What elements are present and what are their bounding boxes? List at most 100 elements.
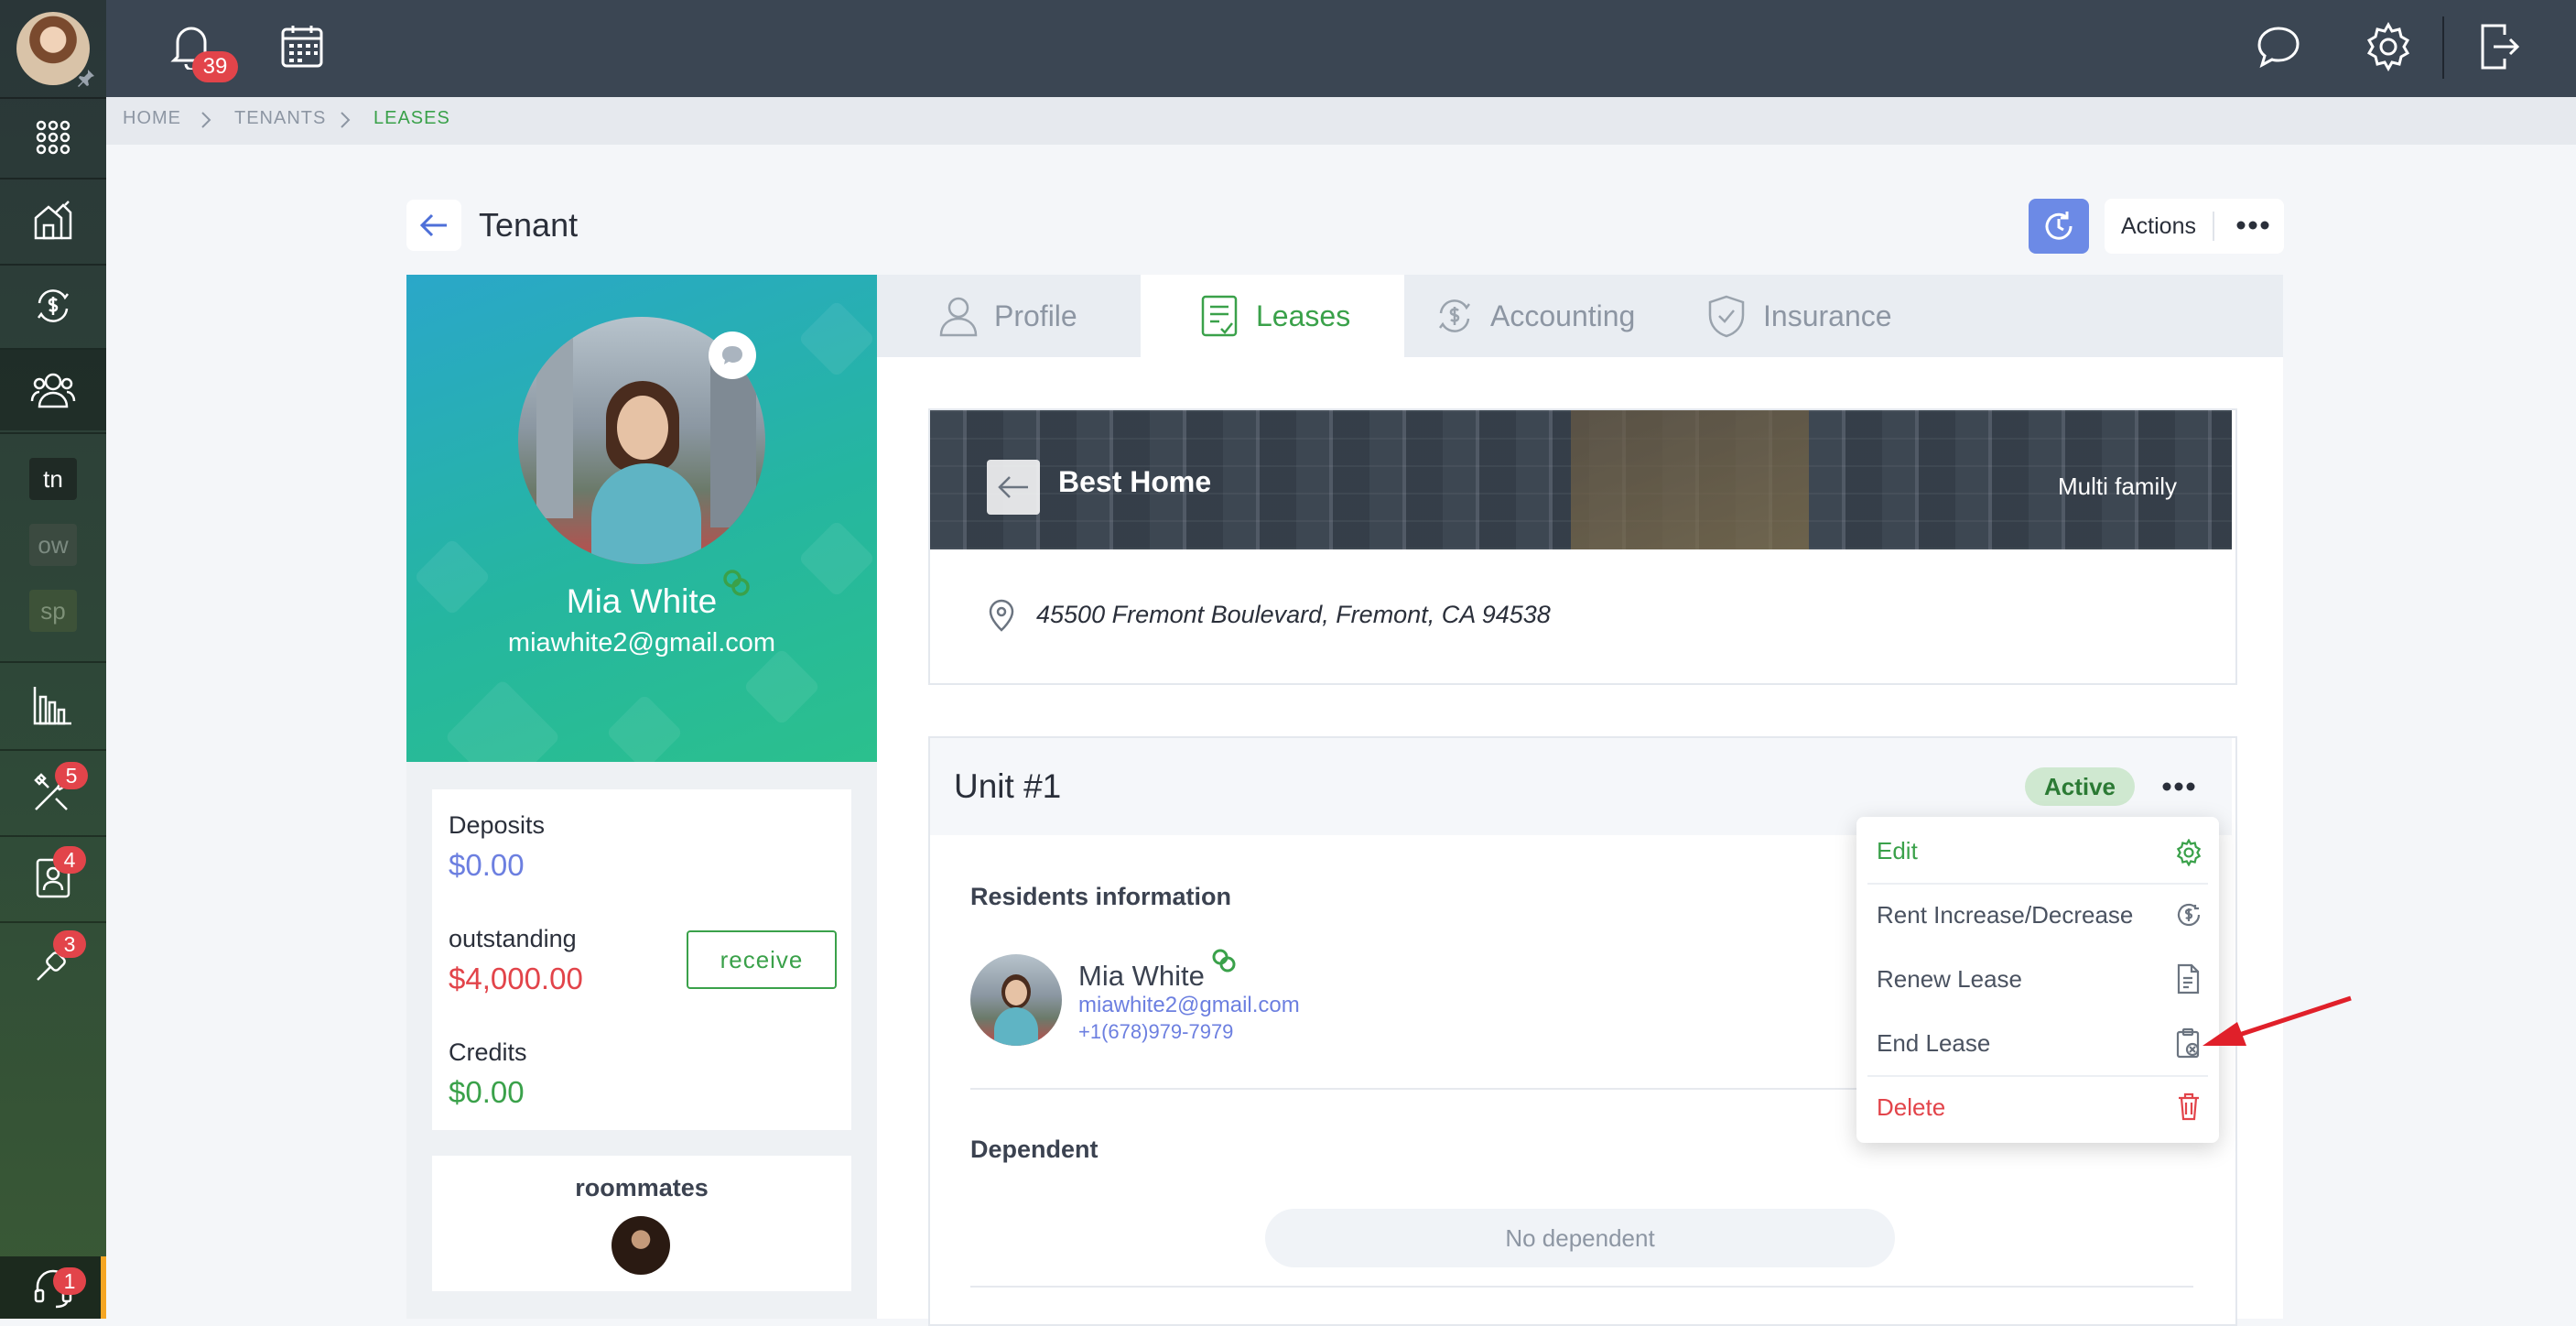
sidebar-item-properties[interactable] bbox=[0, 179, 106, 262]
shield-icon bbox=[1708, 295, 1745, 338]
menu-item-end-lease[interactable]: End Lease bbox=[1867, 1013, 2208, 1075]
menu-item-rent-increase-decrease[interactable]: Rent Increase/Decrease bbox=[1867, 885, 2208, 947]
apps-grid-icon bbox=[36, 120, 70, 155]
tools-badge: 3 bbox=[53, 930, 86, 958]
credits-label: Credits bbox=[449, 1038, 527, 1066]
deposits-value: $0.00 bbox=[449, 848, 525, 882]
money-cycle-icon bbox=[1439, 299, 1470, 332]
unit-title: Unit #1 bbox=[954, 767, 1062, 805]
refresh-icon bbox=[2045, 212, 2073, 240]
property-type: Multi family bbox=[2058, 473, 2178, 500]
tab-profile[interactable]: Profile bbox=[915, 275, 1139, 357]
outstanding-value: $4,000.00 bbox=[449, 962, 583, 995]
refresh-button[interactable] bbox=[2029, 199, 2089, 254]
no-dependent-placeholder: No dependent bbox=[1265, 1209, 1895, 1267]
resident-email[interactable]: miawhite2@gmail.com bbox=[1078, 993, 1300, 1018]
property-name[interactable]: Best Home bbox=[1058, 465, 1211, 499]
arrow-left-icon bbox=[419, 213, 447, 237]
resident-name[interactable]: Mia White bbox=[1078, 960, 1205, 993]
document-icon bbox=[2177, 963, 2200, 994]
sidebar-item-tenants[interactable] bbox=[0, 350, 106, 430]
message-tenant-button[interactable] bbox=[709, 332, 756, 379]
tenant-name: Mia White bbox=[566, 582, 718, 620]
chevron-right-icon bbox=[341, 112, 351, 128]
logout-icon bbox=[2481, 24, 2520, 70]
receive-button[interactable]: receive bbox=[687, 930, 837, 989]
money-cycle-icon bbox=[38, 289, 69, 322]
tab-insurance[interactable]: Insurance bbox=[1677, 275, 1943, 357]
deposits-label: Deposits bbox=[449, 811, 546, 839]
breadcrumb-home[interactable]: HOME bbox=[123, 108, 181, 129]
more-dots-icon[interactable] bbox=[2162, 782, 2195, 791]
link-icon bbox=[1212, 949, 1236, 973]
menu-item-delete[interactable]: Delete bbox=[1867, 1075, 2208, 1139]
tenant-email: miawhite2@gmail.com bbox=[507, 628, 776, 658]
resident-avatar[interactable] bbox=[970, 954, 1062, 1046]
maintenance-badge: 5 bbox=[55, 762, 88, 789]
pin-icon bbox=[78, 70, 94, 87]
tab-accounting[interactable]: Accounting bbox=[1406, 275, 1672, 357]
more-dots-icon[interactable] bbox=[2236, 221, 2269, 230]
user-icon bbox=[939, 297, 978, 337]
bar-chart-icon bbox=[33, 687, 71, 725]
user-avatar-item[interactable] bbox=[0, 0, 106, 97]
sidebar-item-sp[interactable]: sp bbox=[0, 586, 106, 636]
menu-item-edit[interactable]: Edit bbox=[1867, 824, 2208, 885]
gear-icon bbox=[2366, 22, 2410, 71]
sidebar-item-ow[interactable]: ow bbox=[0, 520, 106, 570]
logout-button[interactable] bbox=[2479, 22, 2521, 71]
support-badge: 1 bbox=[53, 1267, 86, 1295]
buildings-icon bbox=[34, 201, 72, 240]
chat-button[interactable] bbox=[2256, 24, 2301, 70]
arrow-left-icon bbox=[998, 476, 1028, 498]
lease-document-icon bbox=[1201, 295, 1238, 337]
divider bbox=[970, 1286, 2193, 1288]
credits-value: $0.00 bbox=[449, 1075, 525, 1109]
sidebar-item-maintenance[interactable]: 5 bbox=[0, 751, 106, 833]
sidebar-item-contacts[interactable]: 4 bbox=[0, 837, 106, 919]
apps-grid-item[interactable] bbox=[0, 99, 106, 176]
actions-label[interactable]: Actions bbox=[2121, 213, 2196, 240]
breadcrumb bbox=[106, 97, 2576, 145]
sidebar: tn ow sp 5 4 3 1 bbox=[0, 0, 106, 1319]
contacts-badge: 4 bbox=[53, 846, 86, 874]
sidebar-item-accounting[interactable] bbox=[0, 266, 106, 346]
breadcrumb-leases: LEASES bbox=[373, 108, 450, 128]
page-title: Tenant bbox=[479, 206, 579, 244]
roommate-avatar[interactable] bbox=[612, 1216, 670, 1275]
gear-icon bbox=[2176, 839, 2202, 866]
chevron-right-icon bbox=[201, 112, 211, 128]
resident-phone[interactable]: +1(678)979-7979 bbox=[1078, 1020, 1233, 1044]
status-badge: Active bbox=[2025, 767, 2135, 806]
link-icon bbox=[723, 570, 750, 596]
dollar-clock-icon bbox=[2177, 903, 2201, 927]
breadcrumb-tenants[interactable]: TENANTS bbox=[234, 108, 326, 129]
sidebar-item-tn[interactable]: tn bbox=[0, 454, 106, 504]
notifications-badge: 39 bbox=[192, 51, 238, 82]
menu-item-renew-lease[interactable]: Renew Lease bbox=[1867, 949, 2208, 1011]
tab-leases[interactable]: Leases bbox=[1141, 275, 1404, 357]
calendar-icon bbox=[281, 26, 323, 68]
property-address: 45500 Fremont Boulevard, Fremont, CA 945… bbox=[1036, 601, 1551, 628]
sidebar-item-support[interactable]: 1 bbox=[0, 1256, 106, 1319]
dependent-heading: Dependent bbox=[970, 1136, 1099, 1163]
actions-menu[interactable]: Actions bbox=[2105, 199, 2284, 254]
calendar-button[interactable] bbox=[280, 24, 324, 70]
settings-button[interactable] bbox=[2364, 22, 2413, 71]
sidebar-item-tools[interactable]: 3 bbox=[0, 923, 106, 1005]
top-bar bbox=[106, 0, 2576, 97]
sidebar-item-reports[interactable] bbox=[0, 663, 106, 747]
avatar[interactable] bbox=[16, 12, 94, 87]
back-button[interactable] bbox=[406, 200, 461, 251]
chat-icon bbox=[2257, 27, 2300, 69]
trash-icon bbox=[2179, 1092, 2199, 1121]
location-pin-icon bbox=[989, 599, 1014, 632]
notifications-button[interactable]: 39 bbox=[170, 22, 238, 82]
people-icon bbox=[30, 373, 76, 408]
residents-heading: Residents information bbox=[970, 883, 1232, 910]
annotation-arrow bbox=[2203, 995, 2352, 1046]
roommates-label: roommates bbox=[575, 1174, 709, 1201]
property-back-button[interactable] bbox=[987, 460, 1040, 515]
chat-bubble-icon bbox=[722, 346, 742, 364]
outstanding-label: outstanding bbox=[449, 925, 577, 952]
